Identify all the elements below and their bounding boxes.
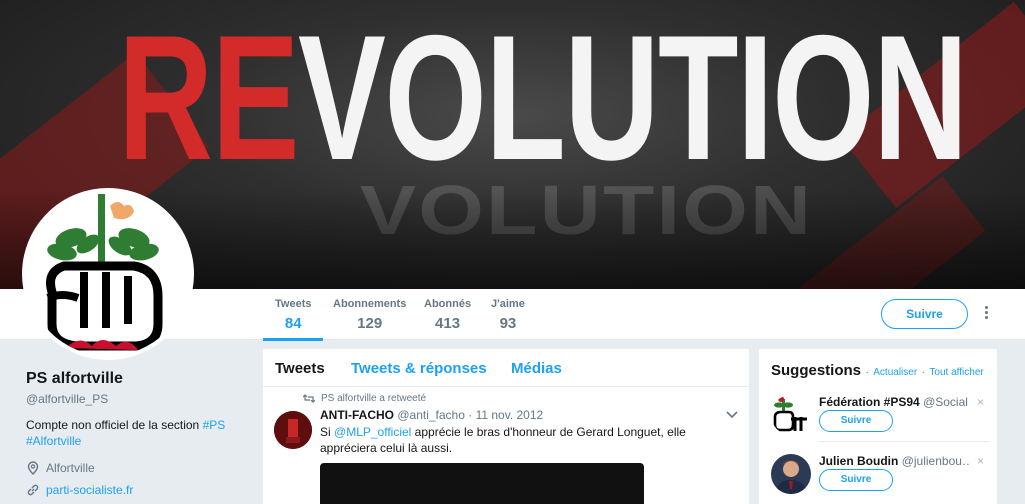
link-icon [27,484,39,496]
suggestions-panel: Suggestions · Actualiser · Tout afficher… [759,349,997,504]
stat-followers[interactable]: Abonnés 413 [424,298,471,332]
website-link[interactable]: parti-socialiste.fr [46,483,133,497]
profile-handle[interactable]: @alfortville_PS [26,392,246,406]
stat-label: J'aime [491,298,525,310]
suggestion-handle[interactable]: @julienbou… [902,454,969,468]
bio-hashtag-ps[interactable]: #PS [203,418,226,432]
header-separator: · [921,367,925,378]
tweet-author-avatar[interactable] [274,411,312,449]
suggestion-name-line: Fédération #PS94 @Social… [819,395,969,409]
suggestion-handle[interactable]: @Social… [923,395,969,409]
anti-facho-avatar-icon [274,411,312,449]
profile-name[interactable]: PS alfortville [26,370,246,388]
suggestions-header: Suggestions · Actualiser · Tout afficher [771,362,984,380]
tab-media[interactable]: Médias [511,360,562,377]
stat-value: 93 [499,315,517,332]
profile-card: PS alfortville @alfortville_PS Compte no… [26,370,246,497]
tweet-mention[interactable]: @MLP_officiel [334,425,411,439]
tweet-text-prefix: Si [320,425,335,439]
tab-tweets[interactable]: Tweets [275,360,325,377]
dismiss-close-icon[interactable]: × [977,395,984,409]
bio-text: Compte non officiel de la section [26,418,203,432]
person-photo-icon [771,454,811,494]
dismiss-close-icon[interactable]: × [977,454,984,468]
suggestion-avatar[interactable] [771,395,811,435]
divider [819,441,989,442]
profile-bio: Compte non officiel de la section #PS #A… [26,417,246,449]
suggestions-title: Suggestions [771,362,862,379]
retweet-icon [303,394,315,403]
tweet-author-name[interactable]: ANTI-FACHO [320,408,394,422]
stat-tweets[interactable]: Tweets 84 [262,298,325,341]
suggestion-name-line: Julien Boudin @julienbou… [819,454,969,468]
profile-avatar[interactable] [22,188,194,360]
suggestion-avatar[interactable] [771,454,811,494]
chevron-down-icon[interactable] [726,411,738,419]
ps-fist-rose-logo-icon [26,192,190,356]
more-options-icon[interactable] [982,306,990,322]
stat-label: Abonnés [424,298,472,310]
stat-following[interactable]: Abonnements 129 [333,298,406,332]
refresh-link[interactable]: Actualiser [873,367,917,378]
bio-hashtag-alfortville[interactable]: #Alfortville [26,434,81,448]
suggestion-item: Fédération #PS94 @Social… × Suivre [771,395,991,445]
profile-location: Alfortville [26,461,246,475]
tweet-text: Si @MLP_officiel apprécie le bras d'honn… [320,424,715,456]
banner-title: REVOLUTION [118,8,968,188]
suggestion-follow-button[interactable]: Suivre [819,410,893,432]
suggestion-name[interactable]: Julien Boudin [819,454,898,468]
header-separator: · [865,367,869,378]
tweet-date[interactable]: 11 nov. 2012 [476,408,544,422]
timeline-tabs: Tweets Tweets & réponses Médias [263,349,749,387]
tab-tweets-replies[interactable]: Tweets & réponses [351,360,487,377]
tweet-header: ANTI-FACHO @anti_facho · 11 nov. 2012 [320,408,543,422]
tweet-separator: · [468,408,473,422]
stat-value: 129 [357,315,383,332]
suggestion-name[interactable]: Fédération #PS94 [819,395,920,409]
banner-title-red: RE [118,0,300,197]
location-text: Alfortville [46,461,95,475]
suggestion-follow-button[interactable]: Suivre [819,469,893,491]
stat-label: Abonnements [333,298,407,310]
ps94-logo-icon [771,395,811,435]
stat-label: Tweets [275,298,312,310]
stat-value: 413 [435,315,461,332]
banner-title-white: VOLUTION [298,0,968,197]
profile-website: parti-socialiste.fr [26,483,246,497]
suggestion-item: Julien Boudin @julienbou… × Suivre [771,454,991,504]
retweet-text[interactable]: PS alfortville a retweeté [321,393,426,404]
stat-likes[interactable]: J'aime 93 [491,298,525,332]
timeline: Tweets Tweets & réponses Médias PS alfor… [263,349,749,504]
view-all-link[interactable]: Tout afficher [929,367,983,378]
follow-button[interactable]: Suivre [881,299,968,329]
retweet-notice: PS alfortville a retweeté [303,393,426,404]
tweet-media-image[interactable] [320,463,644,504]
tweet-author-handle[interactable]: @anti_facho [397,408,465,422]
location-pin-icon [27,461,39,475]
stat-value: 84 [284,315,302,332]
